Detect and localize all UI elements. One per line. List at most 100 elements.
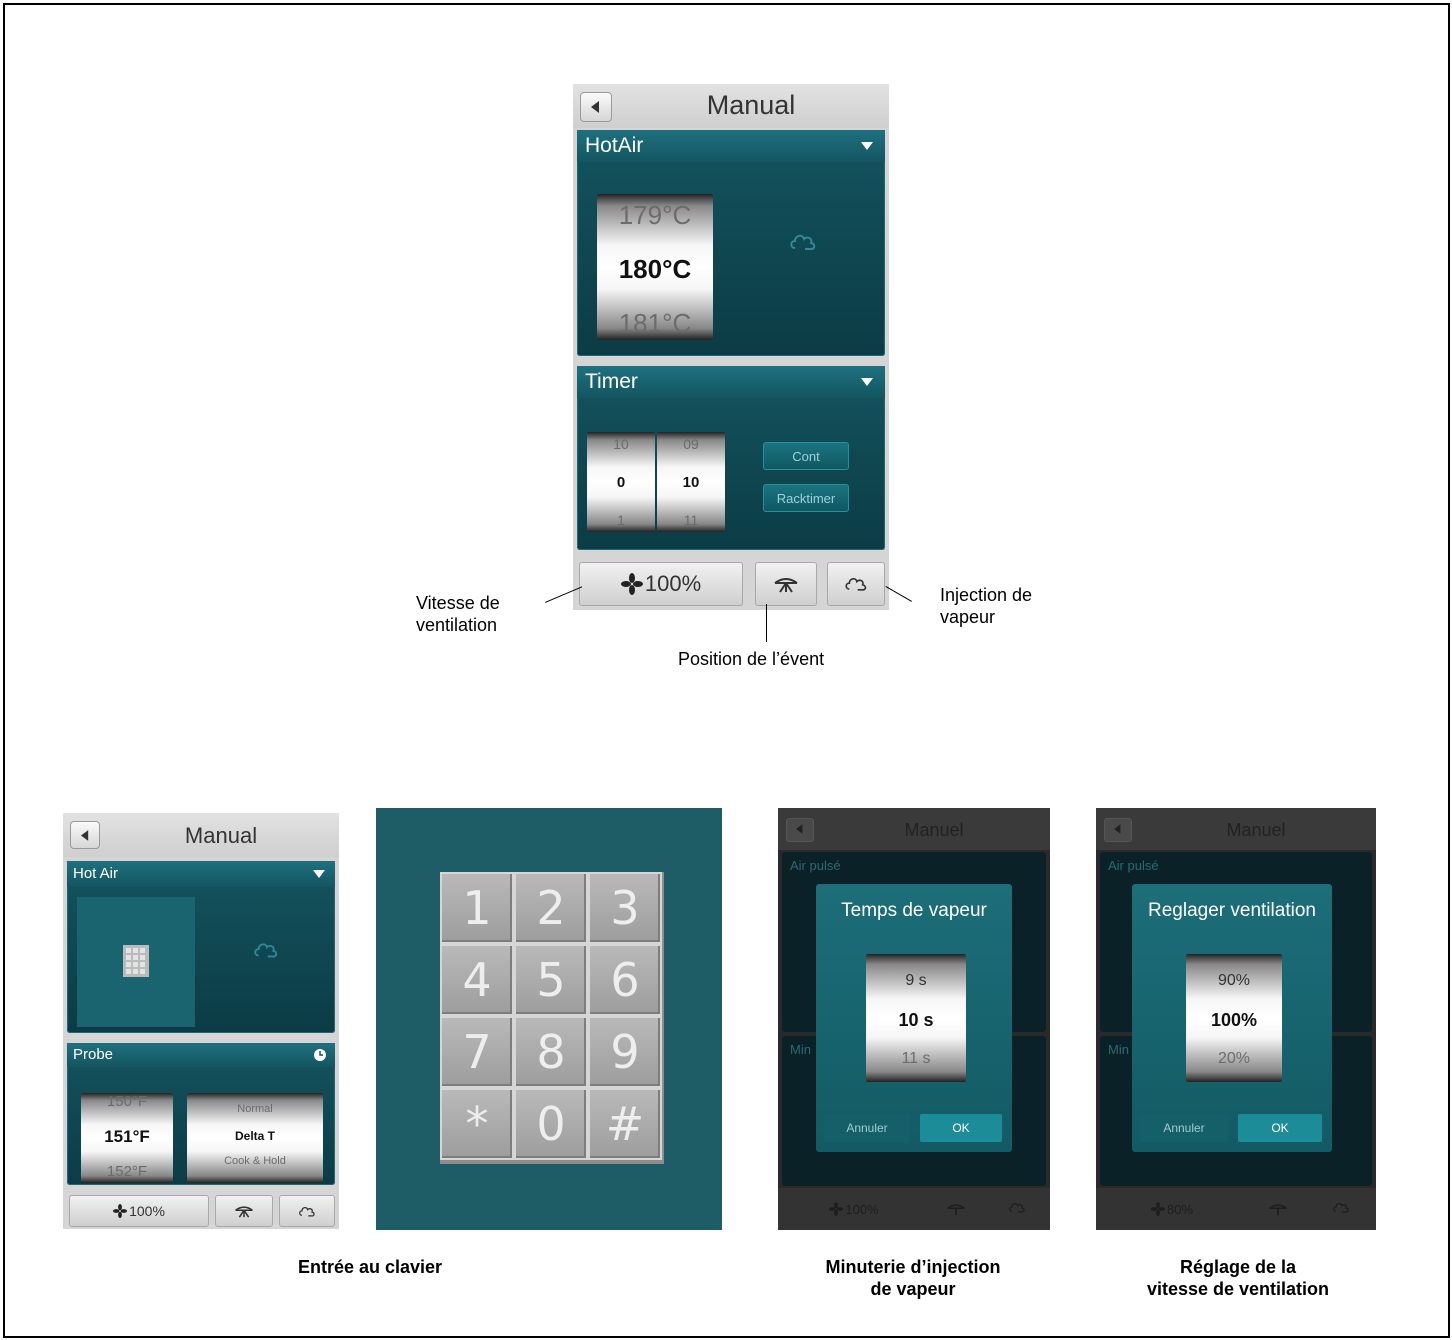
key-8[interactable]: 8 — [514, 1016, 588, 1088]
steam-time-next: 11 s — [901, 1050, 931, 1067]
dropdown-icon[interactable] — [861, 378, 873, 386]
panel-title: Hot Air — [73, 865, 119, 882]
back-button[interactable] — [786, 818, 814, 842]
back-button[interactable] — [70, 821, 100, 849]
steam-timer-screen: Manuel Air pulsé Min 100% Temps de vapeu… — [778, 808, 1050, 1230]
fan-speed-selected: 100% — [1210, 1010, 1258, 1030]
probe-temp-prev: 150°F — [106, 1093, 148, 1110]
panel-title: Timer — [585, 370, 638, 393]
cancel-button[interactable]: Annuler — [1140, 1114, 1228, 1142]
hotair-panel[interactable]: Hot Air — [67, 861, 335, 1033]
probe-mode-selected: Delta T — [234, 1129, 275, 1143]
fan-speed-prev: 90% — [1217, 972, 1251, 989]
callout-vent-position: Position de l’évent — [678, 649, 825, 669]
back-button[interactable] — [1104, 818, 1132, 842]
main-screen: Manual HotAir 179°C 180°C 181°C Timer 10… — [573, 84, 889, 610]
fan-speed-screen: Manuel Air pulsé Min 80% Reglager ventil… — [1096, 808, 1376, 1230]
minutes-drum[interactable]: 09 10 11 — [657, 432, 725, 532]
steam-cloud-icon — [299, 1206, 315, 1217]
vent-icon — [947, 1204, 965, 1216]
fan-icon — [1150, 1202, 1165, 1216]
vent-icon — [774, 578, 798, 593]
steam-time-drum[interactable]: 9 s 10 s 11 s — [866, 954, 966, 1082]
keypad-entry-area[interactable] — [77, 897, 195, 1027]
ok-button[interactable]: OK — [1238, 1114, 1322, 1142]
vent-position-button[interactable] — [215, 1195, 273, 1227]
panel-header: Hot Air — [67, 861, 335, 887]
key-1[interactable]: 1 — [440, 872, 514, 944]
key-4[interactable]: 4 — [440, 944, 514, 1016]
callout-fan-speed: Vitesse de ventilation — [416, 593, 500, 635]
footer: 80% — [1096, 1188, 1376, 1230]
caption-keypad: Entrée au clavier — [297, 1257, 443, 1277]
screen-title: Manual — [184, 823, 258, 848]
footer: 100% — [778, 1188, 1050, 1230]
vent-icon — [235, 1206, 253, 1218]
probe-mode-drum[interactable]: Normal Delta T Cook & Hold — [187, 1093, 323, 1183]
panel-header: HotAir — [577, 130, 885, 162]
minutes-selected: 10 — [682, 474, 700, 491]
vent-position-button[interactable] — [755, 562, 817, 606]
probe-temp-selected: 151°F — [104, 1127, 150, 1146]
hours-selected: 0 — [616, 474, 626, 491]
probe-panel[interactable]: Probe 150°F 151°F 152°F Normal Delta T C… — [67, 1043, 335, 1185]
temp-selected: 180°C — [618, 254, 692, 284]
fan-speed-button[interactable]: 100% — [579, 562, 743, 606]
steam-injection-button[interactable] — [279, 1195, 335, 1227]
panel-label: Min — [1108, 1042, 1129, 1057]
back-button[interactable] — [580, 92, 612, 122]
cont-button[interactable]: Cont — [763, 442, 849, 470]
key-7[interactable]: 7 — [440, 1016, 514, 1088]
cancel-button[interactable]: Annuler — [824, 1114, 910, 1142]
callout-steam-injection: Injection de vapeur — [940, 585, 1033, 627]
fan-speed-value: 100% — [845, 1201, 879, 1217]
steam-cloud-icon[interactable] — [789, 230, 817, 254]
back-arrow-icon — [80, 829, 88, 841]
key-9[interactable]: 9 — [588, 1016, 662, 1088]
steam-injection-button[interactable] — [827, 562, 885, 606]
caption-steam-timer: Minuterie d’injection de vapeur — [825, 1257, 1001, 1299]
fan-speed-value: 100% — [129, 1203, 165, 1219]
temperature-drum[interactable]: 179°C 180°C 181°C — [597, 194, 713, 340]
fan-speed-dialog: Reglager ventilation 90% 100% 20% Annule… — [1132, 884, 1332, 1152]
key-hash[interactable]: # — [588, 1088, 662, 1160]
probe-temp-next: 152°F — [106, 1163, 148, 1180]
back-arrow-icon — [1114, 824, 1121, 834]
key-5[interactable]: 5 — [514, 944, 588, 1016]
back-arrow-icon — [591, 101, 599, 113]
steam-cloud-icon — [1009, 1203, 1025, 1213]
key-2[interactable]: 2 — [514, 872, 588, 944]
header-bar: Manuel — [1096, 808, 1376, 850]
fan-speed-next: 20% — [1217, 1050, 1251, 1067]
minutes-prev: 09 — [683, 436, 699, 452]
panel-title: HotAir — [585, 134, 644, 157]
key-star[interactable]: * — [440, 1088, 514, 1160]
key-0[interactable]: 0 — [514, 1088, 588, 1160]
panel-label: Air pulsé — [790, 858, 841, 873]
fan-speed-value: 80% — [1166, 1201, 1194, 1217]
fan-speed-button[interactable]: 100% — [69, 1195, 209, 1227]
timer-panel[interactable]: Timer 10 0 1 09 10 11 Cont Racktimer — [577, 366, 885, 550]
hours-drum[interactable]: 10 0 1 — [587, 432, 655, 532]
racktimer-button[interactable]: Racktimer — [763, 484, 849, 512]
ok-button[interactable]: OK — [920, 1114, 1002, 1142]
temp-next: 181°C — [618, 308, 692, 338]
vent-icon — [1269, 1204, 1287, 1216]
panel-label: Min — [790, 1042, 811, 1057]
probe-temp-drum[interactable]: 150°F 151°F 152°F — [81, 1093, 173, 1183]
panel-title: Probe — [73, 1046, 114, 1063]
key-3[interactable]: 3 — [588, 872, 662, 944]
clock-icon[interactable] — [313, 1048, 327, 1062]
fan-speed-drum[interactable]: 90% 100% 20% — [1186, 954, 1282, 1082]
steam-cloud-icon[interactable] — [253, 939, 279, 961]
dropdown-icon[interactable] — [861, 142, 873, 150]
panel-label: Air pulsé — [1108, 858, 1159, 873]
fan-icon — [829, 1202, 844, 1216]
steam-cloud-icon — [845, 578, 867, 591]
probe-mode-prev: Normal — [237, 1103, 273, 1115]
dropdown-icon[interactable] — [313, 870, 325, 878]
key-6[interactable]: 6 — [588, 944, 662, 1016]
dialog-title: Temps de vapeur — [841, 900, 987, 921]
fan-speed-button: 100% — [788, 1194, 920, 1224]
hotair-panel[interactable]: HotAir 179°C 180°C 181°C — [577, 130, 885, 356]
